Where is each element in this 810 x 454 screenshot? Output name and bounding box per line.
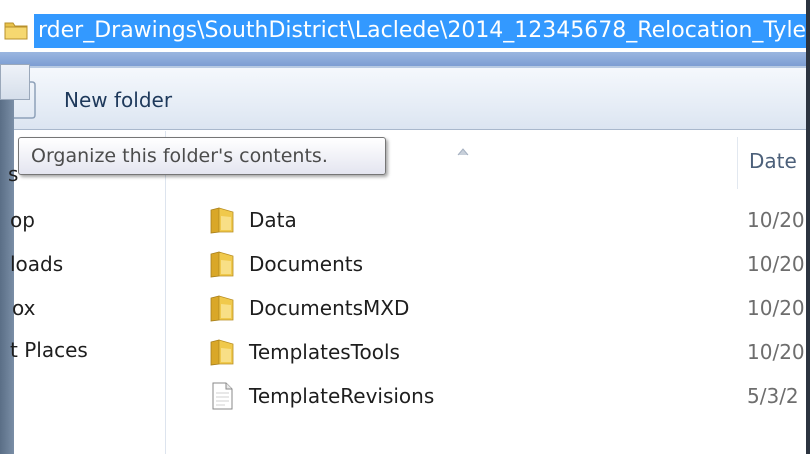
folder-icon bbox=[209, 338, 235, 366]
file-date: 5/3/2 bbox=[747, 384, 799, 408]
file-row[interactable]: DocumentsMXD 10/20 bbox=[167, 288, 806, 328]
nav-item-desktop[interactable]: op bbox=[10, 205, 35, 235]
file-name: TemplateRevisions bbox=[249, 384, 435, 408]
column-header-date[interactable]: Date bbox=[749, 145, 797, 177]
address-bar-bottom-strip bbox=[0, 52, 806, 66]
sort-ascending-icon bbox=[457, 141, 469, 156]
nav-item-downloads[interactable]: loads bbox=[10, 249, 63, 279]
file-date: 10/20 bbox=[747, 252, 805, 276]
command-bar: New folder bbox=[14, 68, 806, 130]
address-bar-area: rder_Drawings\SouthDistrict\Laclede\2014… bbox=[0, 0, 810, 68]
navigation-pane: s op loads ox t Places bbox=[8, 131, 166, 454]
file-name: TemplatesTools bbox=[249, 340, 400, 364]
file-row[interactable]: TemplateRevisions 5/3/2 bbox=[167, 376, 806, 416]
address-path-text[interactable]: rder_Drawings\SouthDistrict\Laclede\2014… bbox=[34, 14, 806, 48]
nav-item-recent-places[interactable]: t Places bbox=[10, 335, 88, 365]
file-name: DocumentsMXD bbox=[249, 296, 410, 320]
nav-item-dropbox[interactable]: ox bbox=[12, 293, 35, 323]
folder-icon bbox=[209, 294, 235, 322]
document-icon bbox=[209, 382, 235, 410]
file-list-pane: Date Data 10/20 Documents 10/20 Document… bbox=[167, 131, 806, 454]
nav-back-button-stub[interactable] bbox=[0, 64, 30, 100]
new-folder-button[interactable]: New folder bbox=[48, 80, 188, 120]
folder-icon bbox=[209, 206, 235, 234]
file-row[interactable]: Data 10/20 bbox=[167, 200, 806, 240]
file-row[interactable]: Documents 10/20 bbox=[167, 244, 806, 284]
file-row[interactable]: TemplatesTools 10/20 bbox=[167, 332, 806, 372]
file-name: Data bbox=[249, 208, 297, 232]
folder-icon bbox=[209, 250, 235, 278]
organize-tooltip: Organize this folder's contents. bbox=[18, 137, 386, 175]
column-divider[interactable] bbox=[737, 137, 738, 189]
file-date: 10/20 bbox=[747, 208, 805, 232]
nav-item-favorites[interactable]: s bbox=[8, 159, 18, 189]
file-name: Documents bbox=[249, 252, 364, 276]
window-right-edge bbox=[806, 0, 810, 454]
file-date: 10/20 bbox=[747, 340, 805, 364]
folder-icon bbox=[4, 18, 28, 40]
file-date: 10/20 bbox=[747, 296, 805, 320]
